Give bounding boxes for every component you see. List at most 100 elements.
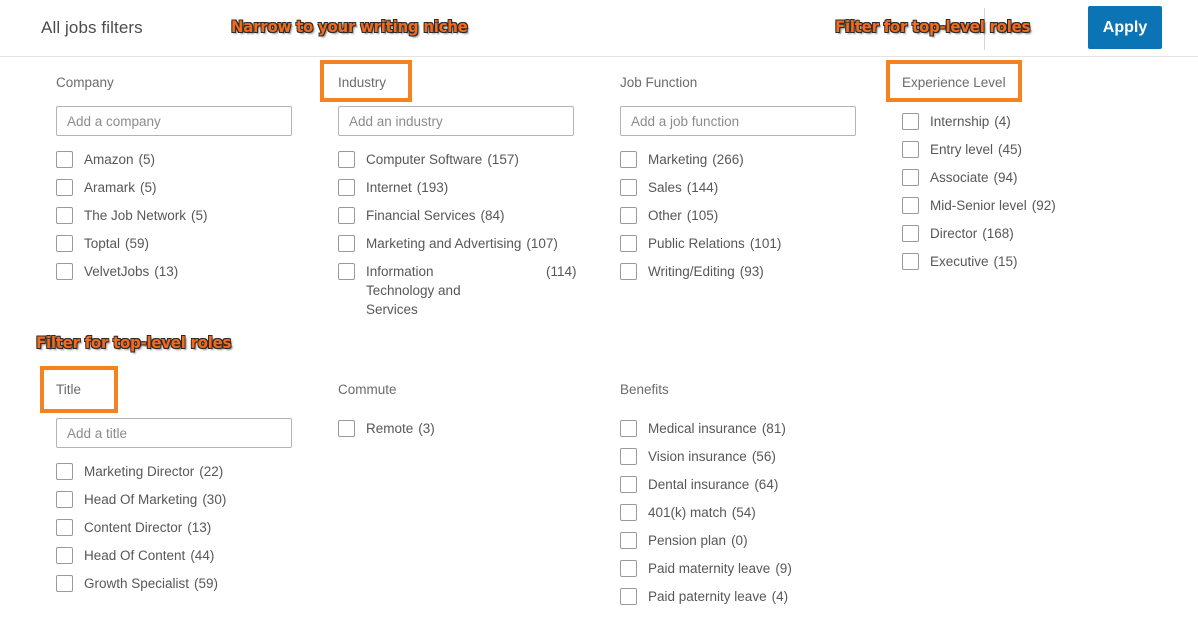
list-item[interactable]: Internet (193) — [338, 178, 576, 197]
option-label: Public Relations — [648, 236, 745, 251]
option-count: (22) — [199, 464, 224, 479]
title-label: Title — [56, 382, 82, 397]
checkbox-icon[interactable] — [338, 263, 355, 280]
checkbox-icon[interactable] — [56, 547, 73, 564]
checkbox-icon[interactable] — [620, 476, 637, 493]
apply-button[interactable]: Apply — [1088, 6, 1162, 49]
list-item[interactable]: Information Technology and Services (114) — [338, 262, 577, 319]
checkbox-icon[interactable] — [338, 207, 355, 224]
option-count: (54) — [731, 505, 756, 520]
list-item[interactable]: Dental insurance (64) — [620, 475, 792, 494]
checkbox-icon[interactable] — [620, 532, 637, 549]
list-item[interactable]: Mid-Senior level (92) — [902, 196, 1056, 215]
list-item[interactable]: Internship (4) — [902, 112, 1056, 131]
checkbox-icon[interactable] — [902, 197, 919, 214]
option-label: The Job Network — [84, 208, 187, 223]
checkbox-icon[interactable] — [620, 420, 637, 437]
checkbox-icon[interactable] — [902, 225, 919, 242]
list-item[interactable]: Amazon (5) — [56, 150, 292, 169]
option-label: Internet — [366, 180, 412, 195]
option-label: Amazon — [84, 152, 134, 167]
checkbox-icon[interactable] — [56, 575, 73, 592]
checkbox-icon[interactable] — [56, 207, 73, 224]
checkbox-icon[interactable] — [902, 169, 919, 186]
option-label: Executive — [930, 254, 989, 269]
job-function-input[interactable] — [620, 106, 856, 136]
checkbox-icon[interactable] — [902, 141, 919, 158]
option-count: (9) — [775, 561, 792, 576]
option-count: (13) — [154, 264, 179, 279]
company-input[interactable] — [56, 106, 292, 136]
checkbox-icon[interactable] — [56, 463, 73, 480]
list-item[interactable]: Computer Software (157) — [338, 150, 576, 169]
checkbox-icon[interactable] — [56, 151, 73, 168]
checkbox-icon[interactable] — [620, 588, 637, 605]
list-item[interactable]: Aramark (5) — [56, 178, 292, 197]
option-count: (93) — [739, 264, 764, 279]
list-item[interactable]: Marketing (266) — [620, 150, 856, 169]
list-item[interactable]: The Job Network (5) — [56, 206, 292, 225]
checkbox-icon[interactable] — [620, 263, 637, 280]
list-item[interactable]: Writing/Editing (93) — [620, 262, 856, 281]
checkbox-icon[interactable] — [620, 207, 637, 224]
checkbox-icon[interactable] — [338, 420, 355, 437]
list-item[interactable]: Executive (15) — [902, 252, 1056, 271]
list-item[interactable]: Paid paternity leave (4) — [620, 587, 792, 606]
option-label: Marketing Director — [84, 464, 195, 479]
checkbox-icon[interactable] — [338, 179, 355, 196]
option-label: Mid-Senior level — [930, 198, 1027, 213]
list-item[interactable]: Director (168) — [902, 224, 1056, 243]
checkbox-icon[interactable] — [902, 113, 919, 130]
checkbox-icon[interactable] — [620, 179, 637, 196]
list-item[interactable]: Medical insurance (81) — [620, 419, 792, 438]
option-count: (15) — [993, 254, 1018, 269]
checkbox-icon[interactable] — [620, 504, 637, 521]
option-label: Head Of Content — [84, 548, 186, 563]
list-item[interactable]: Marketing Director (22) — [56, 462, 292, 481]
option-label: Director — [930, 226, 978, 241]
checkbox-icon[interactable] — [56, 179, 73, 196]
checkbox-icon[interactable] — [56, 235, 73, 252]
list-item[interactable]: Growth Specialist (59) — [56, 574, 292, 593]
option-label: Head Of Marketing — [84, 492, 198, 507]
checkbox-icon[interactable] — [620, 448, 637, 465]
title-input[interactable] — [56, 418, 292, 448]
checkbox-icon[interactable] — [338, 151, 355, 168]
list-item[interactable]: Entry level (45) — [902, 140, 1056, 159]
checkbox-icon[interactable] — [620, 235, 637, 252]
list-item[interactable]: Financial Services (84) — [338, 206, 576, 225]
list-item[interactable]: Head Of Marketing (30) — [56, 490, 292, 509]
option-label: Paid paternity leave — [648, 589, 767, 604]
checkbox-icon[interactable] — [56, 519, 73, 536]
list-item[interactable]: Remote (3) — [338, 419, 435, 438]
option-count: (81) — [761, 421, 786, 436]
option-label: Sales — [648, 180, 682, 195]
filter-column-industry: Industry Computer Software (157) Internet… — [338, 75, 577, 328]
checkbox-icon[interactable] — [620, 560, 637, 577]
list-item[interactable]: 401(k) match (54) — [620, 503, 792, 522]
list-item[interactable]: Marketing and Advertising (107) — [338, 234, 576, 253]
all-jobs-filters-panel: All jobs filters Apply Narrow to your wr… — [0, 0, 1198, 631]
list-item[interactable]: Associate (94) — [902, 168, 1056, 187]
checkbox-icon[interactable] — [56, 491, 73, 508]
list-item[interactable]: Content Director (13) — [56, 518, 292, 537]
list-item[interactable]: Pension plan (0) — [620, 531, 792, 550]
option-count: (84) — [480, 208, 505, 223]
option-count: (92) — [1031, 198, 1056, 213]
industry-input[interactable] — [338, 106, 574, 136]
list-item[interactable]: Vision insurance (56) — [620, 447, 792, 466]
list-item[interactable]: Other (105) — [620, 206, 856, 225]
checkbox-icon[interactable] — [620, 151, 637, 168]
list-item[interactable]: Paid maternity leave (9) — [620, 559, 792, 578]
checkbox-icon[interactable] — [902, 253, 919, 270]
list-item[interactable]: Head Of Content (44) — [56, 546, 292, 565]
list-item[interactable]: Public Relations (101) — [620, 234, 856, 253]
option-count: (44) — [190, 548, 215, 563]
checkbox-icon[interactable] — [56, 263, 73, 280]
checkbox-icon[interactable] — [338, 235, 355, 252]
option-count: (64) — [754, 477, 779, 492]
list-item[interactable]: VelvetJobs (13) — [56, 262, 292, 281]
list-item[interactable]: Sales (144) — [620, 178, 856, 197]
list-item[interactable]: Toptal (59) — [56, 234, 292, 253]
option-count: (56) — [751, 449, 776, 464]
